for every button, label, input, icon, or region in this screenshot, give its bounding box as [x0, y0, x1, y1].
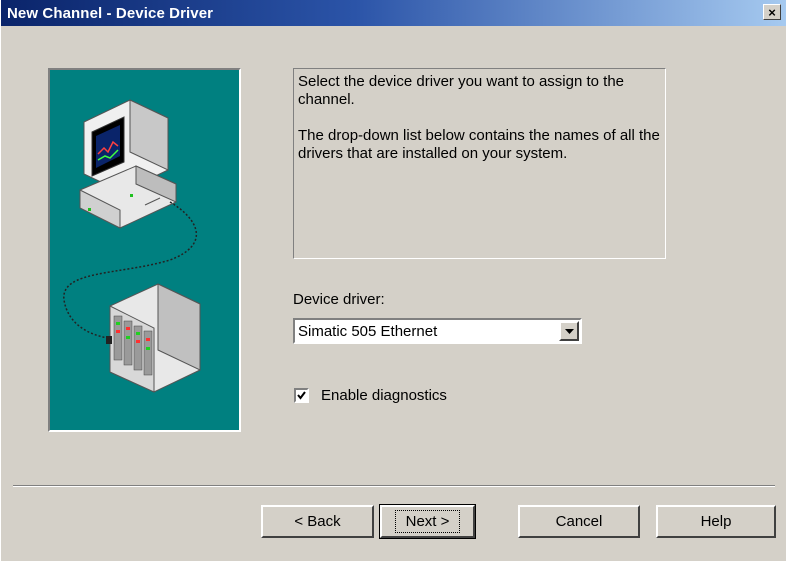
next-button-label: Next >	[394, 510, 461, 533]
device-driver-dropdown[interactable]: Simatic 505 Ethernet	[293, 318, 582, 344]
plc-device-icon	[106, 283, 201, 393]
description-text: The drop-down list below contains the na…	[298, 127, 660, 162]
description-text: Select the device driver you want to ass…	[298, 73, 625, 108]
next-button[interactable]: Next >	[379, 504, 476, 539]
separator	[13, 485, 775, 487]
dropdown-arrow-button[interactable]	[559, 321, 579, 341]
checkmark-icon	[297, 391, 306, 400]
title-bar[interactable]: New Channel - Device Driver ×	[1, 0, 786, 26]
dropdown-arrow-icon	[564, 328, 574, 334]
enable-diagnostics-label: Enable diagnostics	[321, 387, 447, 404]
close-button[interactable]: ×	[763, 4, 781, 20]
window-title: New Channel - Device Driver	[7, 4, 214, 22]
device-driver-value: Simatic 505 Ethernet	[298, 323, 438, 340]
cancel-button[interactable]: Cancel	[518, 505, 640, 538]
device-driver-label: Device driver:	[293, 291, 385, 308]
wizard-illustration	[48, 68, 241, 432]
description-box: Select the device driver you want to ass…	[293, 68, 666, 259]
close-icon: ×	[768, 4, 776, 20]
computer-icon	[79, 99, 177, 229]
enable-diagnostics-checkbox[interactable]	[294, 388, 309, 403]
back-button[interactable]: < Back	[261, 505, 374, 538]
enable-diagnostics-option[interactable]: Enable diagnostics	[294, 387, 447, 404]
help-button[interactable]: Help	[656, 505, 776, 538]
dialog-window: New Channel - Device Driver × Select the…	[0, 0, 786, 561]
